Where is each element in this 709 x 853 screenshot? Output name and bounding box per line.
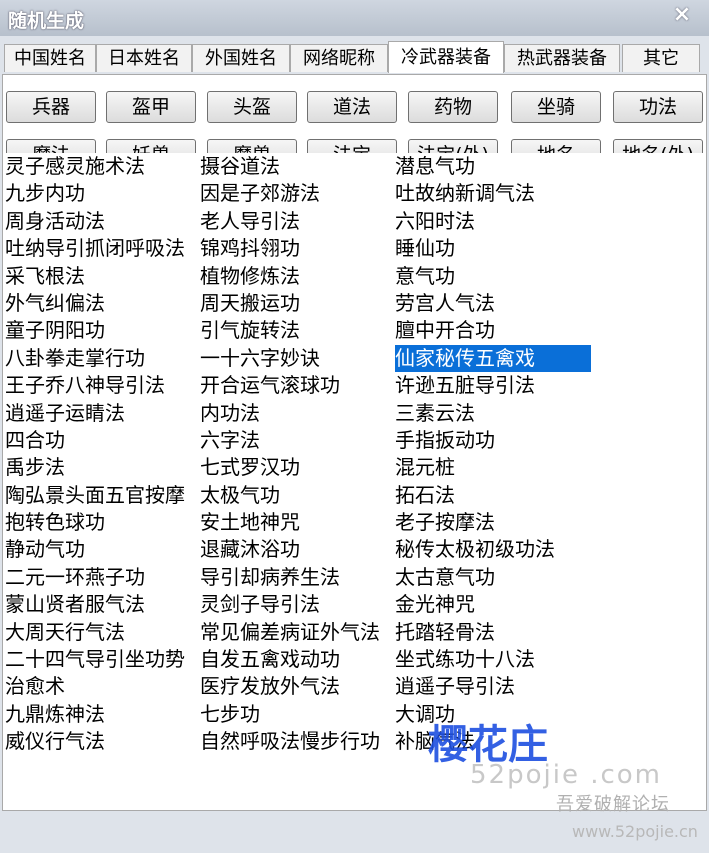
list-item[interactable]: 二十四气导引坐功势 (5, 646, 205, 673)
list-item[interactable]: 陶弘景头面五官按摩 (5, 482, 205, 509)
list-item[interactable]: 九鼎炼神法 (5, 701, 205, 728)
list-item[interactable]: 退藏沐浴功 (200, 536, 400, 563)
list-item[interactable]: 静动气功 (5, 536, 205, 563)
weapon-button[interactable]: 兵器 (6, 91, 96, 123)
tab-other[interactable]: 其它 (622, 44, 700, 72)
list-item[interactable]: 周天搬运功 (200, 290, 400, 317)
list-item[interactable]: 混元桩 (395, 454, 595, 481)
tab-foreign-names[interactable]: 外国姓名 (192, 44, 290, 72)
tab-nicknames[interactable]: 网络昵称 (290, 44, 388, 72)
list-item[interactable]: 锦鸡抖翎功 (200, 235, 400, 262)
list-item[interactable]: 吐故纳新调气法 (395, 180, 595, 207)
list-item[interactable]: 蒙山贤者服气法 (5, 591, 205, 618)
list-item[interactable]: 灵子感灵施术法 (5, 153, 205, 180)
list-item[interactable]: 威仪行气法 (5, 728, 205, 755)
list-item[interactable]: 七步功 (200, 701, 400, 728)
list-item[interactable]: 自然呼吸法慢步行功 (200, 728, 400, 755)
list-item[interactable]: 因是子郊游法 (200, 180, 400, 207)
list-item[interactable]: 七式罗汉功 (200, 454, 400, 481)
watermark-url: www.52pojie.cn (572, 822, 698, 841)
list-item[interactable]: 大周天行气法 (5, 619, 205, 646)
list-item[interactable]: 采飞根法 (5, 263, 205, 290)
helmet-button[interactable]: 头盔 (207, 91, 297, 123)
mount-button[interactable]: 坐骑 (511, 91, 601, 123)
list-item[interactable]: 禹步法 (5, 454, 205, 481)
list-item[interactable]: 四合功 (5, 427, 205, 454)
list-item[interactable]: 逍遥子运睛法 (5, 400, 205, 427)
list-item[interactable]: 意气功 (395, 263, 595, 290)
medicine-button[interactable]: 药物 (408, 91, 498, 123)
list-item[interactable]: 内功法 (200, 400, 400, 427)
list-column-3: 潜息气功 吐故纳新调气法 六阳时法 睡仙功 意气功 劳宫人气法 膻中开合功 仙家秘传五禽戏 许逊… (395, 153, 595, 756)
kungfu-button[interactable]: 功法 (613, 91, 703, 123)
armor-button[interactable]: 盔甲 (106, 91, 196, 123)
list-item[interactable]: 仙家秘传五禽戏 (395, 344, 591, 373)
list-item[interactable]: 八卦拳走掌行功 (5, 345, 205, 372)
list-item[interactable]: 导引却病养生法 (200, 564, 400, 591)
list-item[interactable]: 周身活动法 (5, 208, 205, 235)
list-item[interactable]: 膻中开合功 (395, 317, 595, 344)
list-item[interactable]: 常见偏差病证外气法 (200, 619, 400, 646)
list-item[interactable]: 植物修炼法 (200, 263, 400, 290)
list-item[interactable]: 老子按摩法 (395, 509, 595, 536)
window-title: 随机生成 (8, 10, 85, 32)
tab-japanese-names[interactable]: 日本姓名 (96, 44, 192, 72)
list-item[interactable]: 金光神咒 (395, 591, 595, 618)
list-item[interactable]: 劳宫人气法 (395, 290, 595, 317)
list-item[interactable]: 二元一环燕子功 (5, 564, 205, 591)
list-item[interactable]: 托踏轻骨法 (395, 619, 595, 646)
close-icon[interactable]: × (669, 2, 695, 28)
list-item[interactable]: 睡仙功 (395, 235, 595, 262)
tab-hot-weapons[interactable]: 热武器装备 (504, 44, 620, 72)
list-item[interactable]: 三素云法 (395, 400, 595, 427)
list-item[interactable]: 王子乔八神导引法 (5, 372, 205, 399)
list-item[interactable]: 灵剑子导引法 (200, 591, 400, 618)
list-item[interactable]: 治愈术 (5, 673, 205, 700)
results-list[interactable]: 灵子感灵施术法 九步内功 周身活动法 吐纳导引抓闭呼吸法 采飞根法 外气纠偏法 童子阴阳功八… (5, 153, 703, 776)
list-item[interactable]: 六阳时法 (395, 208, 595, 235)
list-item[interactable]: 秘传太极初级功法 (395, 536, 595, 563)
list-item[interactable]: 抱转色球功 (5, 509, 205, 536)
tab-chinese-names[interactable]: 中国姓名 (4, 44, 96, 72)
list-item[interactable]: 自发五禽戏动功 (200, 646, 400, 673)
list-item[interactable]: 医疗发放外气法 (200, 673, 400, 700)
list-item[interactable]: 潜息气功 (395, 153, 595, 180)
list-item[interactable]: 吐纳导引抓闭呼吸法 (5, 235, 205, 262)
list-item[interactable]: 开合运气滚球功 (200, 372, 400, 399)
list-column-2: 摄谷道法 因是子郊游法 老人导引法 锦鸡抖翎功 植物修炼法 周天搬运功 引气旋转法 一十六字妙… (200, 153, 400, 756)
list-item[interactable]: 外气纠偏法 (5, 290, 205, 317)
list-item[interactable]: 一十六字妙诀 (200, 345, 400, 372)
list-item[interactable]: 安土地神咒 (200, 509, 400, 536)
title-bar: 随机生成 × (0, 0, 709, 36)
list-item[interactable]: 童子阴阳功 (5, 317, 205, 344)
list-item[interactable]: 坐式练功十八法 (395, 646, 595, 673)
taoism-button[interactable]: 道法 (307, 91, 397, 123)
list-item[interactable]: 引气旋转法 (200, 317, 400, 344)
list-item[interactable]: 摄谷道法 (200, 153, 400, 180)
list-item[interactable]: 老人导引法 (200, 208, 400, 235)
list-item[interactable]: 许逊五脏导引法 (395, 372, 595, 399)
list-item[interactable]: 六字法 (200, 427, 400, 454)
watermark-faint: 52pojie .com (470, 760, 662, 790)
list-item[interactable]: 太极气功 (200, 482, 400, 509)
tab-cold-weapons[interactable]: 冷武器装备 (388, 41, 504, 73)
list-item[interactable]: 太古意气功 (395, 564, 595, 591)
list-item[interactable]: 逍遥子导引法 (395, 673, 595, 700)
list-item[interactable]: 手指扳动功 (395, 427, 595, 454)
list-item[interactable]: 九步内功 (5, 180, 205, 207)
list-column-1: 灵子感灵施术法 九步内功 周身活动法 吐纳导引抓闭呼吸法 采飞根法 外气纠偏法 童子阴阳功八… (5, 153, 205, 756)
list-item[interactable]: 拓石法 (395, 482, 595, 509)
watermark-forum: 吾爱破解论坛 (556, 794, 670, 815)
